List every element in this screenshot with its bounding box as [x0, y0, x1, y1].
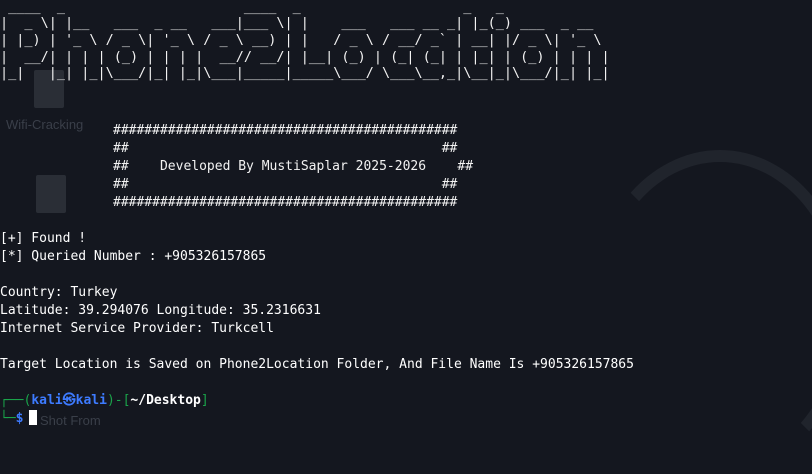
- isp-result: Internet Service Provider: Turkcell: [0, 321, 274, 336]
- developer-box-line: ########################################…: [113, 123, 458, 138]
- prompt-frame-bottom: └─: [0, 411, 16, 426]
- developer-credit: ## Developed By MustiSaplar 2025-2026 ##: [113, 159, 474, 174]
- coordinates-result: Latitude: 39.294076 Longitude: 35.231663…: [0, 303, 321, 318]
- shell-prompt-header: ┌──(kali㉿kali)-[~/Desktop]: [0, 392, 209, 410]
- ascii-banner-line: |_| |_| |_|\___/|_| |_|\___|_____|_____\…: [0, 65, 610, 81]
- saved-location-message: Target Location is Saved on Phone2Locati…: [0, 357, 634, 372]
- developer-box-line: ## ##: [113, 141, 458, 156]
- prompt-user-host: kali㉿kali: [31, 393, 107, 408]
- prompt-frame-left: ┌──(: [0, 393, 32, 408]
- ascii-banner-line: | |_) | '_ \ / _ \| '_ \ / _ \ __) | | /…: [0, 32, 610, 48]
- prompt-current-dir: ~/Desktop: [130, 393, 201, 408]
- found-status: [+] Found !: [0, 231, 87, 246]
- queried-number: [*] Queried Number : +905326157865: [0, 249, 267, 264]
- prompt-frame-end: ]: [200, 393, 209, 408]
- terminal-window[interactable]: ____ _ ____ _ _ _ | _ \| |__ ___ _ __ __…: [0, 0, 812, 437]
- country-result: Country: Turkey: [0, 285, 118, 300]
- developer-box-line: ## ##: [113, 177, 458, 192]
- text-cursor[interactable]: [29, 410, 38, 425]
- shell-input-line[interactable]: └─$: [0, 410, 38, 428]
- ascii-banner-line: | _ \| |__ ___ _ __ ___|___ \| | ___ ___…: [0, 15, 610, 31]
- developer-box-line: ########################################…: [113, 195, 458, 210]
- prompt-dollar: $: [15, 411, 24, 426]
- prompt-frame-mid: )-[: [106, 393, 131, 408]
